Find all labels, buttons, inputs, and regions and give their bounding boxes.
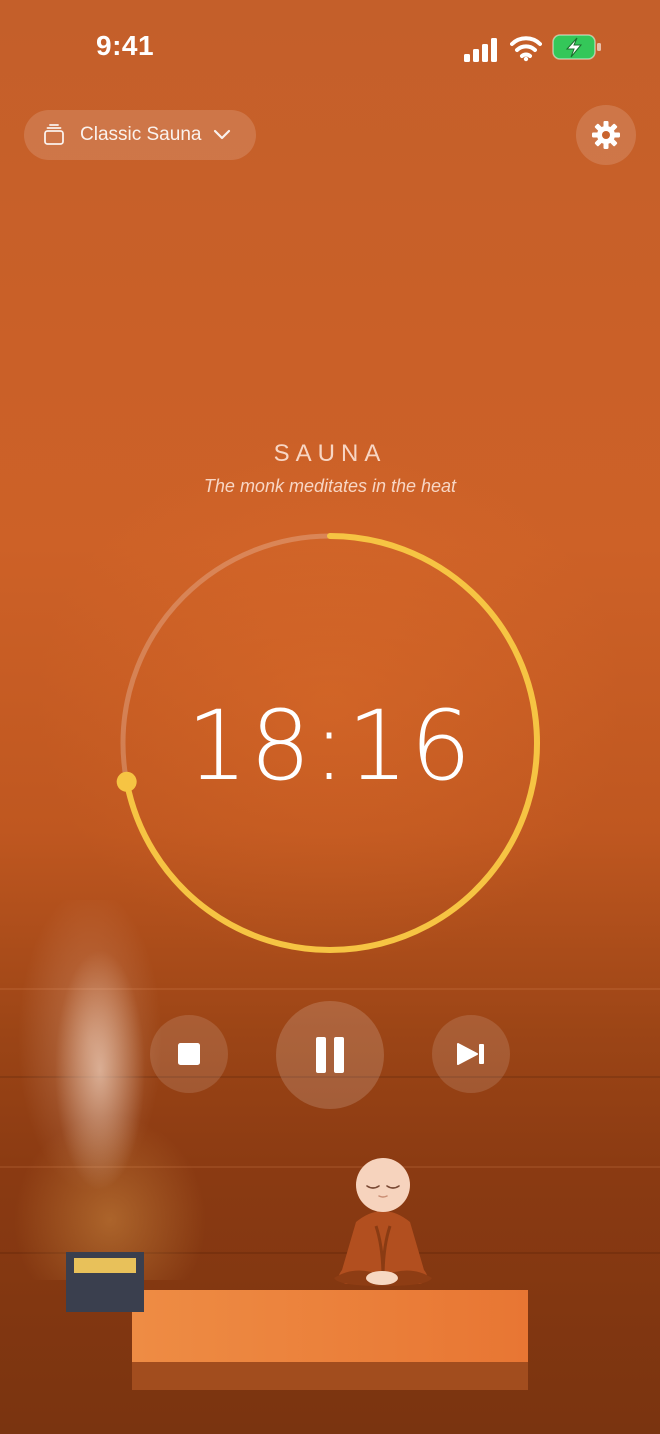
settings-button[interactable]	[576, 105, 636, 165]
preset-label: Classic Sauna	[80, 124, 202, 145]
gear-icon	[592, 121, 620, 149]
meditating-monk-illustration	[334, 1158, 432, 1286]
pause-icon	[316, 1037, 344, 1073]
battery-charging-icon	[552, 34, 601, 60]
timer-display: 18:16	[186, 690, 474, 802]
heater-stones	[74, 1258, 136, 1273]
wifi-icon	[510, 36, 542, 62]
stack-icon	[42, 123, 66, 147]
cellular-signal-icon	[464, 38, 497, 62]
sauna-bench	[132, 1290, 528, 1364]
preset-selector-button[interactable]: Classic Sauna	[24, 110, 256, 160]
sauna-bench-front	[132, 1362, 528, 1390]
phase-subtitle: The monk meditates in the heat	[203, 476, 457, 496]
status-bar: 9:41	[0, 0, 660, 96]
phase-title: SAUNA	[273, 440, 387, 467]
chevron-down-icon	[213, 129, 231, 141]
steam-cloud	[0, 900, 250, 1280]
pause-button[interactable]	[276, 1001, 384, 1109]
skip-next-icon	[457, 1043, 484, 1065]
status-time: 9:41	[96, 30, 155, 61]
skip-button[interactable]	[432, 1015, 510, 1093]
